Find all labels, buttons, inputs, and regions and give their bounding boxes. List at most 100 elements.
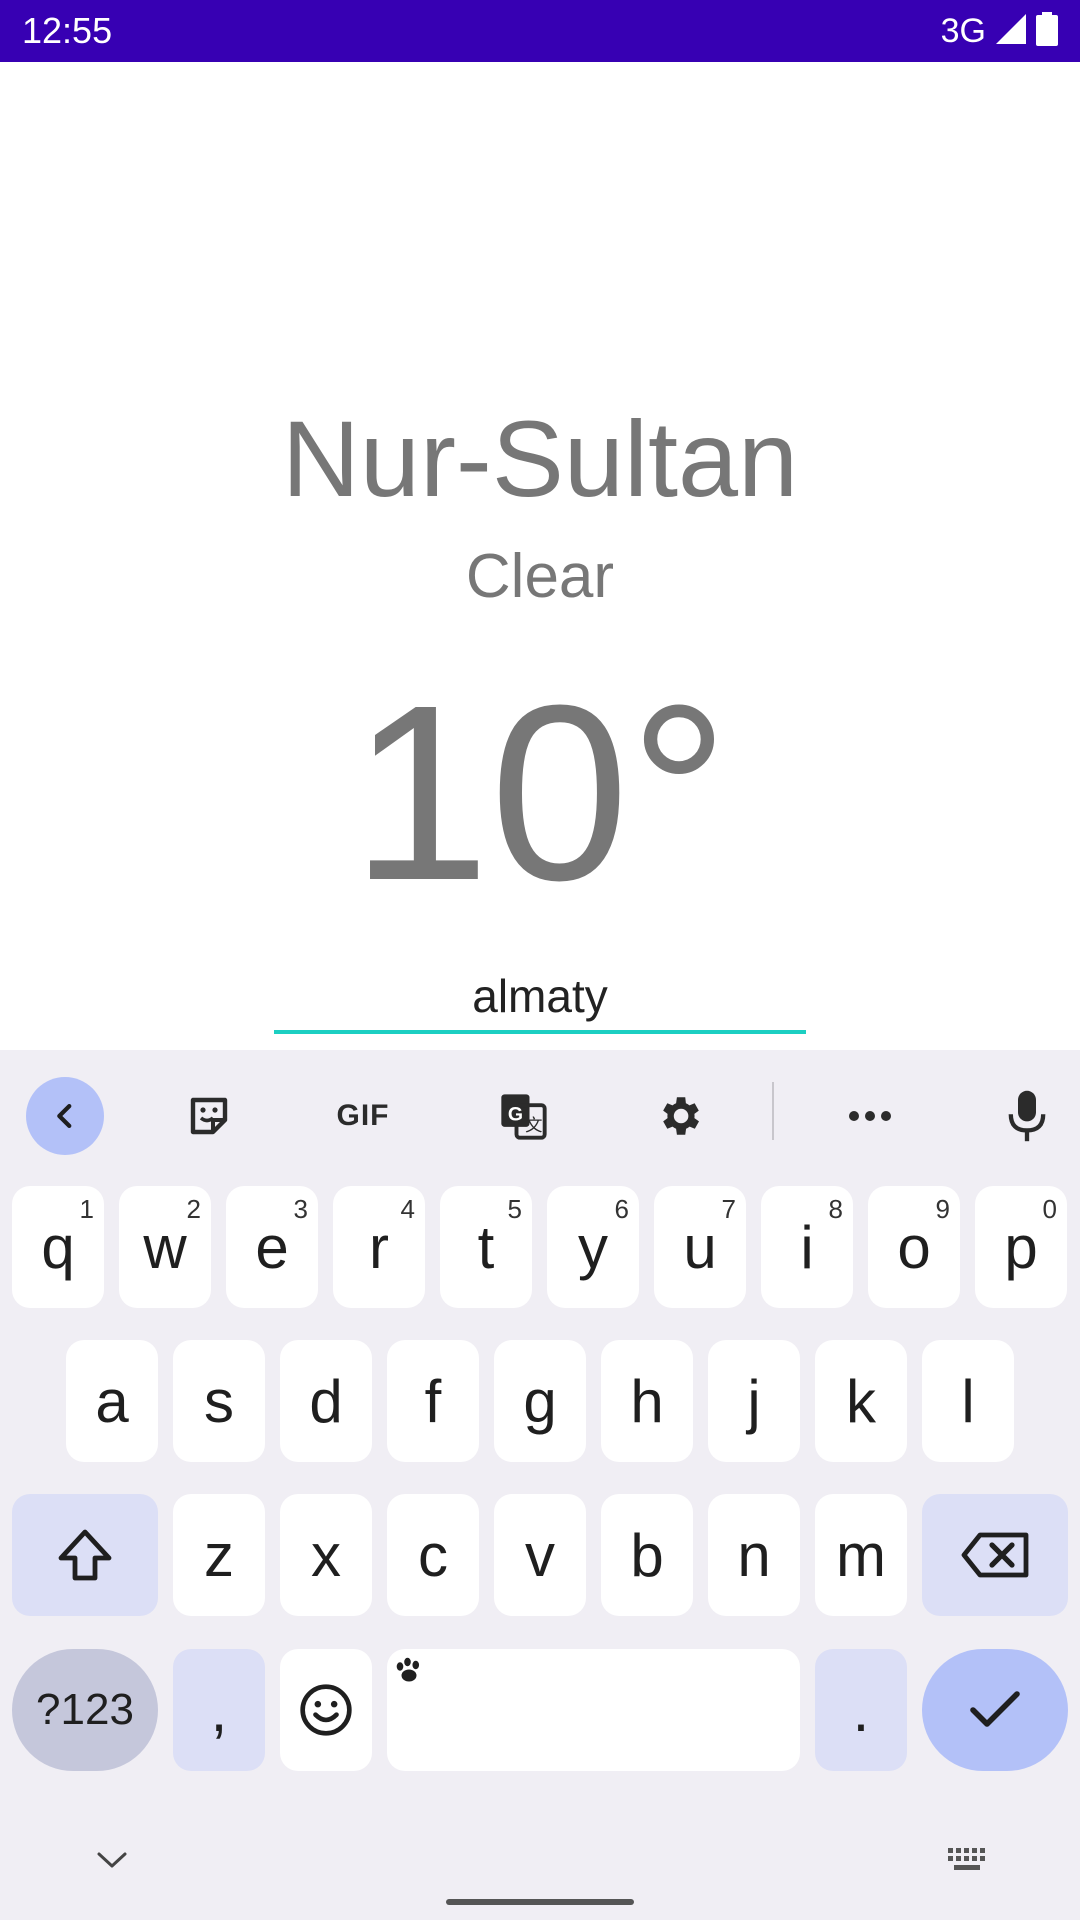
more-horizontal-icon[interactable] (831, 1077, 909, 1155)
checkmark-icon (970, 1691, 1020, 1727)
key-hint: 5 (507, 1194, 522, 1224)
key-label: r (369, 1213, 389, 1281)
key-label: j (747, 1367, 761, 1435)
emoji-key[interactable] (280, 1649, 372, 1771)
gif-label: GIF (336, 1099, 390, 1132)
hide-keyboard-icon[interactable] (82, 1840, 142, 1880)
city-name: Nur-Sultan (281, 398, 799, 519)
shift-arrow-icon (58, 1529, 112, 1581)
key-j[interactable]: j (708, 1340, 800, 1462)
key-label: f (424, 1367, 442, 1435)
status-bar: 12:55 3G (0, 0, 1080, 62)
comma-key[interactable]: , (173, 1649, 265, 1771)
keyboard-toolbar: GIF G文 (0, 1050, 1080, 1170)
key-hint: 1 (79, 1194, 94, 1224)
key-label: . (852, 1676, 870, 1744)
key-label: g (523, 1367, 557, 1435)
key-z[interactable]: z (173, 1494, 265, 1616)
key-label: s (204, 1367, 234, 1435)
key-o[interactable]: o9 (868, 1186, 960, 1308)
battery-icon (1036, 11, 1058, 51)
key-label: d (309, 1367, 343, 1435)
key-m[interactable]: m (815, 1494, 907, 1616)
key-hint: 0 (1042, 1194, 1057, 1224)
city-search-input[interactable] (274, 962, 806, 1034)
key-l[interactable]: l (922, 1340, 1014, 1462)
chevron-left-icon[interactable] (26, 1077, 104, 1155)
key-t[interactable]: t5 (440, 1186, 532, 1308)
key-h[interactable]: h (601, 1340, 693, 1462)
key-label: , (210, 1676, 228, 1744)
emoji-icon (300, 1684, 352, 1736)
key-label: c (418, 1521, 448, 1589)
svg-text:G: G (508, 1103, 523, 1125)
key-label: v (525, 1521, 555, 1589)
key-i[interactable]: i8 (761, 1186, 853, 1308)
toolbar-divider (772, 1082, 774, 1140)
key-label: y (578, 1213, 608, 1281)
soft-keyboard: GIF G文 q1 w2 e3 r4 t5 y6 u7 i8 o9 p0 a s… (0, 1050, 1080, 1920)
key-hint: 4 (400, 1194, 415, 1224)
key-f[interactable]: f (387, 1340, 479, 1462)
key-label: p (1004, 1213, 1038, 1281)
gear-icon[interactable] (640, 1077, 718, 1155)
key-label: l (961, 1367, 975, 1435)
space-key[interactable] (387, 1649, 800, 1771)
status-icons: 3G (941, 8, 1058, 54)
key-u[interactable]: u7 (654, 1186, 746, 1308)
translate-icon[interactable]: G文 (484, 1077, 562, 1155)
backspace-key[interactable] (922, 1494, 1068, 1616)
key-hint: 2 (186, 1194, 201, 1224)
key-label: b (630, 1521, 664, 1589)
shift-key[interactable] (12, 1494, 158, 1616)
key-label: m (836, 1521, 886, 1589)
gif-button[interactable]: GIF (324, 1077, 402, 1155)
paw-icon (396, 1657, 420, 1682)
key-w[interactable]: w2 (119, 1186, 211, 1308)
keyboard-switch-icon[interactable] (938, 1840, 998, 1880)
key-hint: 3 (293, 1194, 308, 1224)
key-hint: 7 (721, 1194, 736, 1224)
temperature: 10° (350, 653, 730, 932)
key-hint: 6 (614, 1194, 629, 1224)
key-k[interactable]: k (815, 1340, 907, 1462)
key-label: z (204, 1521, 234, 1589)
key-r[interactable]: r4 (333, 1186, 425, 1308)
key-q[interactable]: q1 (12, 1186, 104, 1308)
enter-key[interactable] (922, 1649, 1068, 1771)
symbols-key[interactable]: ?123 (12, 1649, 158, 1771)
key-d[interactable]: d (280, 1340, 372, 1462)
key-b[interactable]: b (601, 1494, 693, 1616)
key-y[interactable]: y6 (547, 1186, 639, 1308)
key-hint: 9 (935, 1194, 950, 1224)
weather-condition: Clear (465, 542, 615, 611)
key-label: n (737, 1521, 771, 1589)
key-label: t (477, 1213, 495, 1281)
key-g[interactable]: g (494, 1340, 586, 1462)
period-key[interactable]: . (815, 1649, 907, 1771)
home-gesture-bar[interactable] (446, 1899, 634, 1905)
key-label: u (683, 1213, 717, 1281)
status-time: 12:55 (22, 10, 113, 51)
signal-icon (996, 13, 1026, 49)
key-label: q (41, 1213, 75, 1281)
key-p[interactable]: p0 (975, 1186, 1067, 1308)
key-x[interactable]: x (280, 1494, 372, 1616)
svg-text:文: 文 (525, 1115, 542, 1135)
sticker-icon[interactable] (170, 1077, 248, 1155)
key-label: o (897, 1213, 931, 1281)
key-label: k (846, 1367, 876, 1435)
key-v[interactable]: v (494, 1494, 586, 1616)
key-a[interactable]: a (66, 1340, 158, 1462)
microphone-icon[interactable] (988, 1077, 1066, 1155)
key-n[interactable]: n (708, 1494, 800, 1616)
symbols-label: ?123 (36, 1685, 134, 1734)
key-c[interactable]: c (387, 1494, 479, 1616)
backspace-icon (961, 1532, 1029, 1578)
key-label: i (800, 1213, 814, 1281)
key-label: w (143, 1213, 187, 1281)
key-s[interactable]: s (173, 1340, 265, 1462)
network-type: 3G (940, 11, 986, 50)
key-e[interactable]: e3 (226, 1186, 318, 1308)
key-label: a (95, 1367, 129, 1435)
